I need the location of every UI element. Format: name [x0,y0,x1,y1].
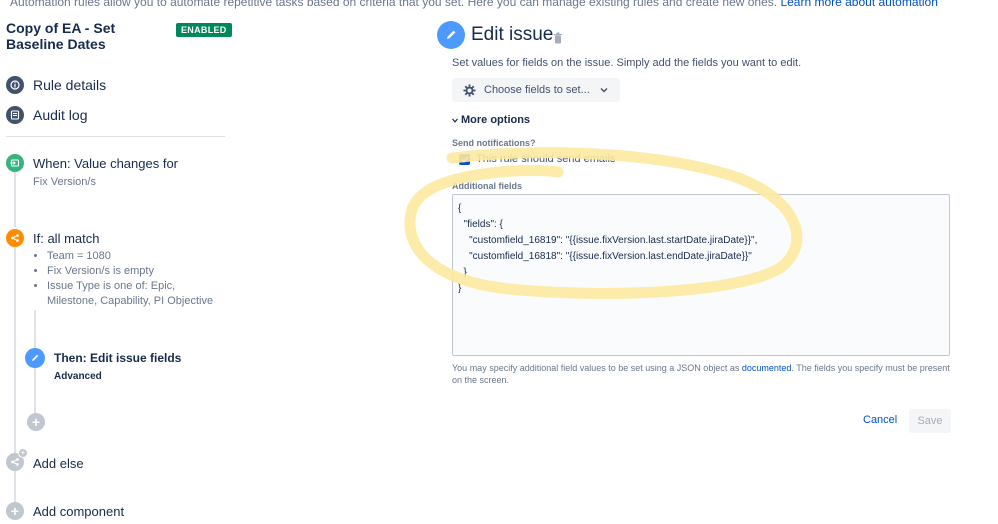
nav-divider [6,136,225,137]
choose-fields-label: Choose fields to set... [484,84,590,96]
condition-item: Team = 1080 [47,249,228,264]
edit-icon [25,348,45,368]
cancel-button[interactable]: Cancel [863,414,897,426]
timeline-line [14,172,16,227]
action-sub: Advanced [54,371,102,382]
add-component-button[interactable]: + [6,502,24,520]
automation-intro-text: Automation rules allow you to automate r… [10,0,938,9]
gear-icon [463,83,476,97]
action-component[interactable] [25,348,45,368]
trigger-component[interactable] [6,154,24,172]
action-title[interactable]: Then: Edit issue fields [54,351,181,365]
status-badge: ENABLED [176,23,232,37]
info-icon [6,76,24,94]
branch-icon [6,229,24,247]
condition-list: Team = 1080 Fix Version/s is empty Issue… [33,249,228,309]
send-notifications-label: Send notifications? [452,138,536,148]
rule-details-nav[interactable]: Rule details [6,75,106,95]
learn-more-link[interactable]: Learn more about automation [780,0,937,9]
edit-issue-icon [437,21,465,49]
trigger-title[interactable]: When: Value changes for [33,156,178,171]
add-action-button[interactable]: + [27,413,45,431]
audit-log-label: Audit log [33,107,88,123]
chevron-down-icon [452,114,458,126]
send-emails-checkbox[interactable] [459,154,470,165]
plus-icon: + [6,502,24,520]
plus-icon: + [27,413,45,431]
panel-title: Edit issue [471,24,554,45]
chevron-down-icon [600,87,608,93]
additional-fields-textarea[interactable]: { "fields": { "customfield_16819": "{{is… [452,194,950,356]
save-button[interactable]: Save [909,409,951,433]
panel-description: Set values for fields on the issue. Simp… [452,57,802,69]
condition-item: Issue Type is one of: Epic, Milestone, C… [47,279,228,309]
trigger-field: Fix Version/s [33,176,96,188]
trigger-icon [6,154,24,172]
documented-link[interactable]: documented [742,363,792,373]
audit-log-icon [6,106,24,124]
condition-component[interactable] [6,229,24,247]
more-options-label: More options [461,114,531,126]
rule-title: Copy of EA - Set Baseline Dates [6,20,116,52]
timeline-branch-line [34,310,36,350]
rule-details-label: Rule details [33,77,107,93]
help-text: You may specify additional field values … [452,363,950,385]
condition-title[interactable]: If: all match [33,231,99,246]
add-else-label[interactable]: Add else [33,456,84,471]
add-component-label[interactable]: Add component [33,504,124,519]
send-emails-label[interactable]: This rule should send emails [476,153,615,165]
choose-fields-dropdown[interactable]: Choose fields to set... [452,78,620,102]
audit-log-nav[interactable]: Audit log [6,105,87,125]
condition-item: Fix Version/s is empty [47,264,228,279]
plus-badge-icon: + [18,448,28,458]
timeline-branch-line [34,367,36,413]
trash-icon[interactable] [553,31,565,44]
more-options-toggle[interactable]: More options [452,114,530,126]
additional-fields-label: Additional fields [452,181,523,191]
